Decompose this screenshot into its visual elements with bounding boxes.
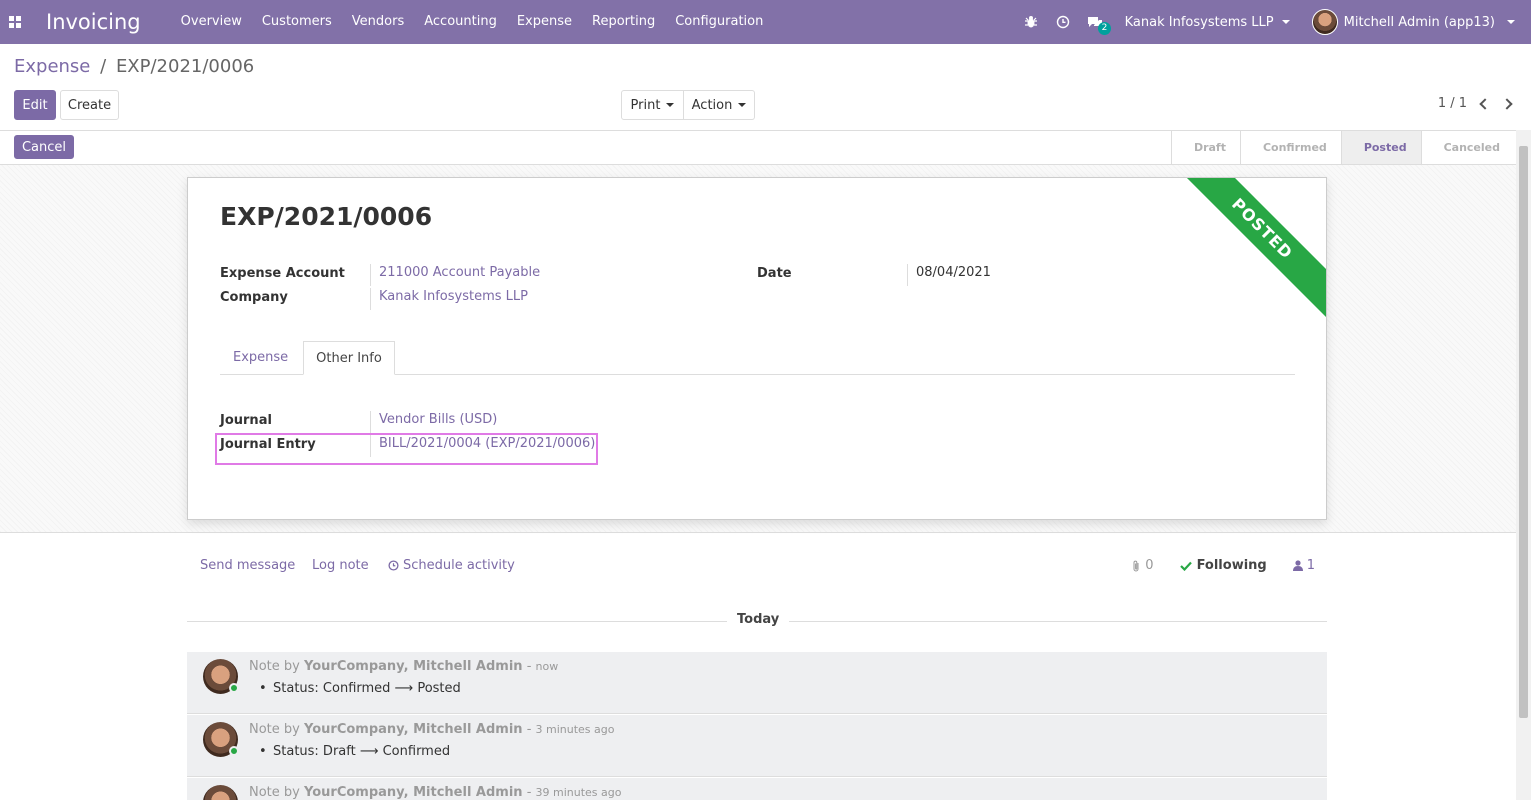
stage-posted: Posted (1340, 131, 1421, 164)
menu-item-expense[interactable]: Expense (507, 0, 582, 44)
breadcrumb-current: EXP/2021/0006 (115, 56, 255, 77)
user-name: Mitchell Admin (app13) (1343, 14, 1495, 30)
menu-item-reporting[interactable]: Reporting (582, 0, 665, 44)
menu-item-vendors[interactable]: Vendors (342, 0, 414, 44)
message-prefix: Note by (249, 659, 300, 674)
check-icon (1179, 561, 1192, 571)
bug-icon[interactable] (1015, 15, 1047, 29)
caret-down-icon (1281, 20, 1290, 24)
create-button[interactable]: Create (60, 90, 119, 120)
previous-record-icon[interactable] (1479, 97, 1491, 110)
notebook-tabs: Expense Other Info (220, 341, 1295, 375)
online-status-icon (229, 683, 239, 693)
next-record-icon[interactable] (1501, 97, 1513, 110)
breadcrumb: Expense / EXP/2021/0006 (14, 56, 254, 77)
followers-button[interactable]: 1 (1292, 558, 1315, 573)
message-prefix: Note by (249, 785, 300, 800)
status-stages: Draft Confirmed Posted Canceled (1170, 131, 1516, 164)
print-button[interactable]: Print (621, 90, 684, 120)
message-prefix: Note by (249, 722, 300, 737)
company-switcher[interactable]: Kanak Infosystems LLP (1125, 15, 1290, 30)
apps-menu-icon[interactable] (0, 0, 30, 44)
date-separator: Today (187, 612, 1327, 630)
log-note-button[interactable]: Log note (312, 558, 369, 573)
date-label: Date (757, 266, 792, 281)
message-time: now (535, 660, 559, 673)
chatter-topbar: Send message Log note Schedule activity … (200, 558, 1315, 578)
company-field[interactable]: Kanak Infosystems LLP (370, 288, 528, 310)
message-time: 39 minutes ago (535, 786, 622, 799)
message-time: 3 minutes ago (535, 723, 615, 736)
main-menu: Overview Customers Vendors Accounting Ex… (171, 0, 774, 44)
company-label: Company (220, 290, 288, 305)
schedule-activity-label: Schedule activity (403, 558, 515, 573)
message-header: Note by YourCompany, Mitchell Admin - 39… (249, 785, 622, 800)
message-header: Note by YourCompany, Mitchell Admin - no… (249, 659, 559, 674)
stage-confirmed: Confirmed (1239, 131, 1341, 164)
message-author[interactable]: YourCompany, Mitchell Admin (304, 722, 523, 737)
action-button-group: Print Action (621, 90, 755, 120)
tab-other-info[interactable]: Other Info (303, 341, 395, 375)
online-status-icon (229, 746, 239, 756)
following-button[interactable]: Following (1179, 558, 1267, 573)
breadcrumb-parent[interactable]: Expense (14, 56, 90, 77)
edit-button[interactable]: Edit (14, 90, 56, 120)
menu-item-customers[interactable]: Customers (252, 0, 342, 44)
schedule-activity-button[interactable]: Schedule activity (388, 558, 515, 573)
breadcrumb-separator: / (100, 56, 107, 77)
chatter-message: Note by YourCompany, Mitchell Admin - 39… (187, 778, 1327, 800)
expense-account-field[interactable]: 211000 Account Payable (370, 264, 540, 286)
stage-draft: Draft (1170, 131, 1240, 164)
date-field[interactable]: 08/04/2021 (907, 264, 991, 286)
menu-item-accounting[interactable]: Accounting (414, 0, 507, 44)
followers-count: 1 (1306, 558, 1315, 573)
pager: 1 / 1 (1438, 96, 1513, 111)
expense-account-label: Expense Account (220, 266, 345, 281)
send-message-button[interactable]: Send message (200, 558, 295, 573)
cancel-button[interactable]: Cancel (14, 135, 74, 159)
user-icon (1292, 560, 1303, 571)
attachments-button[interactable]: 0 (1131, 558, 1154, 573)
journal-field[interactable]: Vendor Bills (USD) (370, 411, 497, 433)
paperclip-icon (1133, 560, 1139, 571)
print-label: Print (630, 97, 661, 113)
caret-down-icon (666, 103, 675, 107)
record-title: EXP/2021/0006 (220, 202, 433, 231)
chatter-message: Note by YourCompany, Mitchell Admin - 3 … (187, 715, 1327, 777)
caret-down-icon (1507, 20, 1515, 24)
message-author[interactable]: YourCompany, Mitchell Admin (304, 659, 523, 674)
user-menu[interactable]: Mitchell Admin (app13) (1311, 9, 1515, 35)
stage-canceled: Canceled (1420, 131, 1516, 164)
menu-item-overview[interactable]: Overview (171, 0, 252, 44)
app-title[interactable]: Invoicing (46, 10, 141, 34)
top-navbar: Invoicing Overview Customers Vendors Acc… (0, 0, 1531, 44)
user-avatar (1311, 9, 1338, 35)
menu-item-configuration[interactable]: Configuration (665, 0, 773, 44)
attachments-count: 0 (1145, 558, 1154, 573)
clock-icon (388, 560, 399, 571)
form-sheet: POSTED EXP/2021/0006 Expense Account 211… (187, 177, 1327, 520)
message-body: Status: Draft ⟶ Confirmed (259, 744, 450, 759)
chatter-message: Note by YourCompany, Mitchell Admin - no… (187, 652, 1327, 714)
posted-ribbon: POSTED (1172, 178, 1326, 319)
tab-expense[interactable]: Expense (220, 341, 301, 375)
message-header: Note by YourCompany, Mitchell Admin - 3 … (249, 722, 615, 737)
author-avatar[interactable] (203, 785, 238, 800)
clock-icon[interactable] (1047, 15, 1079, 29)
scrollbar-thumb[interactable] (1519, 146, 1528, 718)
pager-value[interactable]: 1 / 1 (1438, 96, 1467, 111)
status-bar: Cancel Draft Confirmed Posted Canceled (0, 130, 1516, 165)
message-count-badge: 2 (1097, 22, 1112, 35)
caret-down-icon (738, 103, 747, 107)
company-name: Kanak Infosystems LLP (1124, 14, 1274, 30)
action-label: Action (691, 97, 733, 113)
chat-icon[interactable]: 2 (1079, 15, 1112, 35)
action-button[interactable]: Action (684, 90, 755, 120)
date-separator-label: Today (727, 612, 790, 627)
journal-label: Journal (220, 413, 272, 428)
message-author[interactable]: YourCompany, Mitchell Admin (304, 785, 523, 800)
journal-entry-highlight (215, 433, 598, 465)
message-body: Status: Confirmed ⟶ Posted (259, 681, 461, 696)
following-label: Following (1196, 558, 1267, 573)
